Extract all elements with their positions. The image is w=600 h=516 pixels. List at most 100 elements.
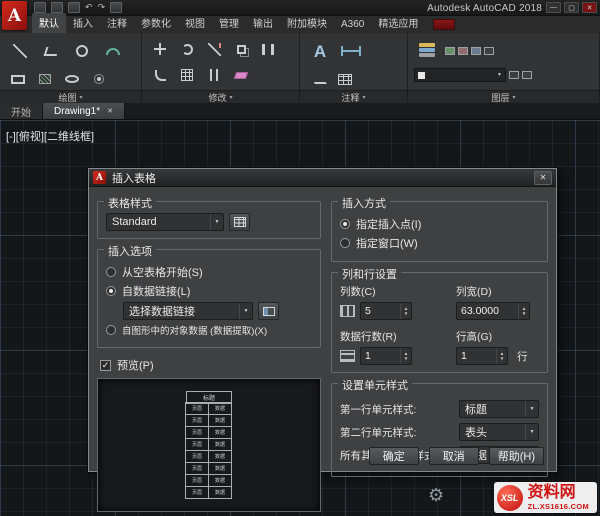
undo-icon[interactable]: ↶ — [85, 2, 93, 13]
ellipse-icon[interactable] — [60, 68, 84, 90]
first-row-style-select[interactable]: 标题 ▼ — [459, 400, 539, 418]
trim-icon[interactable] — [202, 38, 226, 60]
insert-options-group-label: 插入选项 — [104, 243, 156, 259]
layer-on-icon[interactable] — [445, 47, 455, 55]
radio-specify-window[interactable]: 指定窗口(W) — [340, 235, 539, 251]
viewport-controls[interactable]: [-][俯视][二维线框] — [6, 128, 94, 144]
preview-checkbox[interactable]: ✓ 预览(P) — [100, 357, 321, 373]
plot-icon[interactable] — [110, 2, 123, 13]
spinner-arrows[interactable]: ▲ ▼ — [400, 348, 411, 364]
offset-icon[interactable] — [202, 64, 226, 86]
data-rows-field: 数据行数(R) 1 ▲ ▼ — [340, 329, 456, 365]
dialog-close-button[interactable]: ✕ — [534, 170, 552, 185]
layer-color-icon[interactable] — [484, 47, 494, 55]
app-menu-button[interactable]: A — [2, 1, 27, 30]
column-width-spinner[interactable]: 63.0000 ▲ ▼ — [456, 302, 530, 320]
save-icon[interactable] — [68, 2, 80, 13]
line-icon[interactable] — [6, 38, 34, 64]
table-style-select[interactable]: Standard ▼ — [106, 213, 224, 231]
polyline-icon[interactable] — [37, 38, 65, 64]
cancel-button[interactable]: 取消 — [428, 447, 479, 465]
panel-label-annotation[interactable]: 注释 ▾ — [300, 91, 408, 103]
ribbon-tab-manage[interactable]: 管理 — [212, 13, 246, 33]
ribbon-tab-default[interactable]: 默认 — [32, 13, 66, 33]
layers-panel: ▼ — [408, 33, 600, 90]
panel-label-layers[interactable]: 图层 ▾ — [408, 91, 600, 103]
columns-spinner[interactable]: 5 ▲ ▼ — [360, 302, 412, 320]
layer-properties-icon[interactable] — [414, 38, 442, 64]
copy-icon[interactable] — [229, 38, 253, 60]
help-button[interactable]: 帮助(H) — [488, 447, 544, 465]
gear-icon[interactable]: ⚙ — [428, 485, 444, 506]
arc-icon[interactable] — [99, 38, 127, 64]
hatch-icon[interactable] — [33, 68, 57, 90]
ribbon-tab-insert[interactable]: 插入 — [66, 13, 100, 33]
text-icon[interactable]: A — [306, 38, 334, 64]
radio-from-object-data[interactable]: 自图形中的对象数据 (数据提取)(X) — [106, 323, 312, 337]
table-style-group: 表格样式 Standard ▼ — [97, 195, 321, 239]
array-icon[interactable] — [175, 64, 199, 86]
ok-button[interactable]: 确定 — [368, 447, 419, 465]
close-tab-icon[interactable]: ✕ — [107, 107, 113, 115]
data-rows-spinner[interactable]: 1 ▲ ▼ — [360, 347, 412, 365]
second-row-style-select[interactable]: 表头 ▼ — [459, 423, 539, 441]
move-icon[interactable] — [148, 38, 172, 60]
spinner-arrows[interactable]: ▲ ▼ — [400, 303, 411, 319]
chevron-down-icon: ▾ — [512, 94, 516, 101]
file-tab-start[interactable]: 开始 — [0, 103, 43, 119]
close-window-icon[interactable]: ✕ — [582, 2, 597, 13]
ribbon-tab-parametric[interactable]: 参数化 — [134, 13, 178, 33]
redo-icon[interactable]: ↷ — [98, 2, 106, 13]
erase-icon[interactable] — [229, 64, 253, 86]
ribbon-tab-view[interactable]: 视图 — [178, 13, 212, 33]
spinner-down-icon[interactable]: ▼ — [522, 311, 526, 316]
layer-match-icon[interactable] — [509, 71, 519, 79]
annotation-panel: A — [300, 33, 408, 90]
close-icon: ✕ — [539, 173, 547, 182]
radio-from-data-link[interactable]: 自数据链接(L) — [106, 283, 312, 299]
dimension-icon[interactable] — [337, 38, 365, 64]
fillet-icon[interactable] — [148, 64, 172, 86]
layer-dropdown[interactable]: ▼ — [414, 68, 506, 82]
launch-table-style-button[interactable] — [229, 213, 250, 231]
rectangle-icon[interactable] — [6, 68, 30, 90]
ribbon-tab-addins[interactable]: 附加模块 — [280, 13, 334, 33]
chevron-down-icon: ▼ — [210, 214, 223, 230]
leader-icon[interactable] — [306, 68, 330, 90]
spinner-arrows[interactable]: ▲ ▼ — [518, 303, 529, 319]
watermark-url: ZL.XS1616.COM — [527, 502, 589, 511]
ribbon-tab-a360[interactable]: A360 — [334, 17, 371, 33]
panel-label-modify[interactable]: 修改 ▾ — [142, 91, 300, 103]
dialog-title-bar[interactable]: A 插入表格 ✕ — [89, 169, 556, 187]
ribbon-red-button[interactable] — [433, 19, 456, 30]
dialog-left-column: 表格样式 Standard ▼ 插入选项 从空表格开始(S) 自数据链接(L) … — [97, 191, 321, 512]
spinner-down-icon[interactable]: ▼ — [500, 356, 504, 361]
ribbon-tab-output[interactable]: 输出 — [246, 13, 280, 33]
watermark-logo: XSL — [496, 484, 523, 511]
layer-freeze-icon[interactable] — [458, 47, 468, 55]
spinner-down-icon[interactable]: ▼ — [404, 311, 408, 316]
ribbon-tab-featured-apps[interactable]: 精选应用 — [371, 13, 425, 33]
minimize-icon[interactable]: — — [546, 2, 561, 13]
point-icon[interactable] — [87, 68, 111, 90]
panel-label-draw[interactable]: 绘图 ▾ — [0, 91, 142, 103]
table-icon[interactable] — [333, 68, 357, 90]
launch-data-link-button[interactable] — [258, 302, 279, 320]
new-file-icon[interactable] — [34, 2, 46, 13]
radio-from-empty-table[interactable]: 从空表格开始(S) — [106, 264, 312, 280]
file-tab-drawing1[interactable]: Drawing1* ✕ — [43, 103, 126, 119]
ribbon-tab-annotate[interactable]: 注释 — [100, 13, 134, 33]
spinner-arrows[interactable]: ▲ ▼ — [496, 348, 507, 364]
spinner-down-icon[interactable]: ▼ — [404, 356, 408, 361]
open-file-icon[interactable] — [51, 2, 63, 13]
layer-isolate-icon[interactable] — [522, 71, 532, 79]
mirror-icon[interactable] — [256, 38, 280, 60]
data-link-select[interactable]: 选择数据链接 ▼ — [123, 302, 253, 320]
circle-icon[interactable] — [68, 38, 96, 64]
insert-table-dialog: A 插入表格 ✕ 表格样式 Standard ▼ 插入选项 从空表格开始(S) … — [88, 168, 557, 512]
radio-insertion-point[interactable]: 指定插入点(I) — [340, 216, 539, 232]
rotate-icon[interactable] — [175, 38, 199, 60]
row-height-spinner[interactable]: 1 ▲ ▼ — [456, 347, 508, 365]
layer-lock-icon[interactable] — [471, 47, 481, 55]
maximize-icon[interactable]: ▢ — [564, 2, 579, 13]
